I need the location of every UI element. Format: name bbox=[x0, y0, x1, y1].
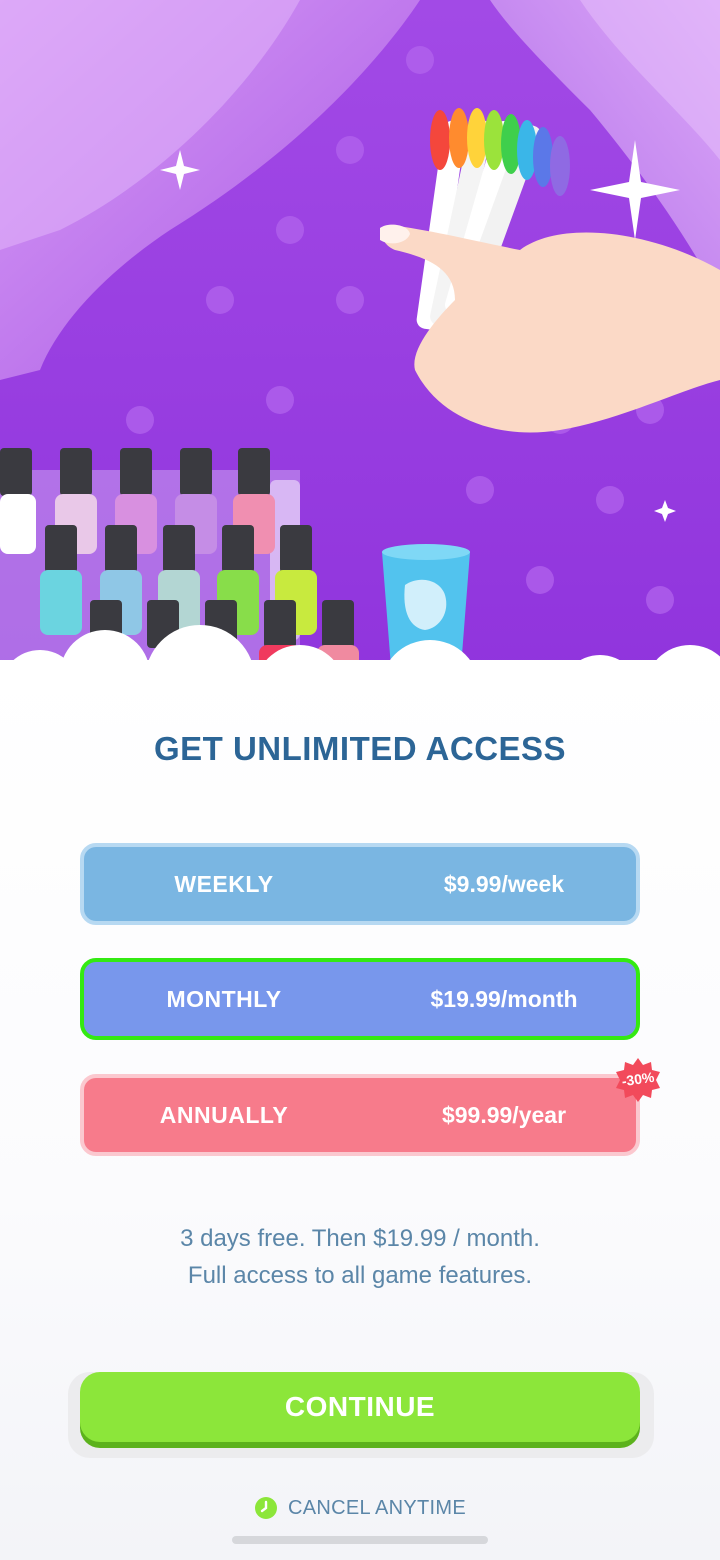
trial-description: 3 days free. Then $19.99 / month. bbox=[180, 1225, 540, 1252]
plan-name: MONTHLY bbox=[166, 985, 282, 1012]
cancel-anytime: CANCEL ANYTIME bbox=[0, 1496, 720, 1520]
page-title: GET UNLIMITED ACCESS bbox=[153, 730, 567, 767]
clock-icon bbox=[255, 1497, 278, 1519]
plan-price: $19.99/month bbox=[430, 985, 578, 1012]
plan-option-annually[interactable]: ANNUALLY $99.99/year bbox=[80, 1074, 640, 1156]
continue-label: CONTINUE bbox=[284, 1391, 436, 1422]
plan-name: ANNUALLY bbox=[159, 1101, 289, 1128]
plan-option-weekly[interactable]: WEEKLY $9.99/week bbox=[80, 843, 640, 925]
plan-name: WEEKLY bbox=[174, 870, 274, 897]
continue-button[interactable]: CONTINUE bbox=[80, 1372, 640, 1442]
plan-option-monthly[interactable]: MONTHLY $19.99/month bbox=[80, 958, 640, 1040]
hero-illustration bbox=[0, 0, 720, 720]
plan-price: $99.99/year bbox=[441, 1101, 567, 1128]
cancel-anytime-label: CANCEL ANYTIME bbox=[288, 1496, 466, 1519]
access-description: Full access to all game features. bbox=[187, 1262, 533, 1289]
home-indicator bbox=[232, 1536, 488, 1544]
plan-price: $9.99/week bbox=[443, 870, 565, 897]
